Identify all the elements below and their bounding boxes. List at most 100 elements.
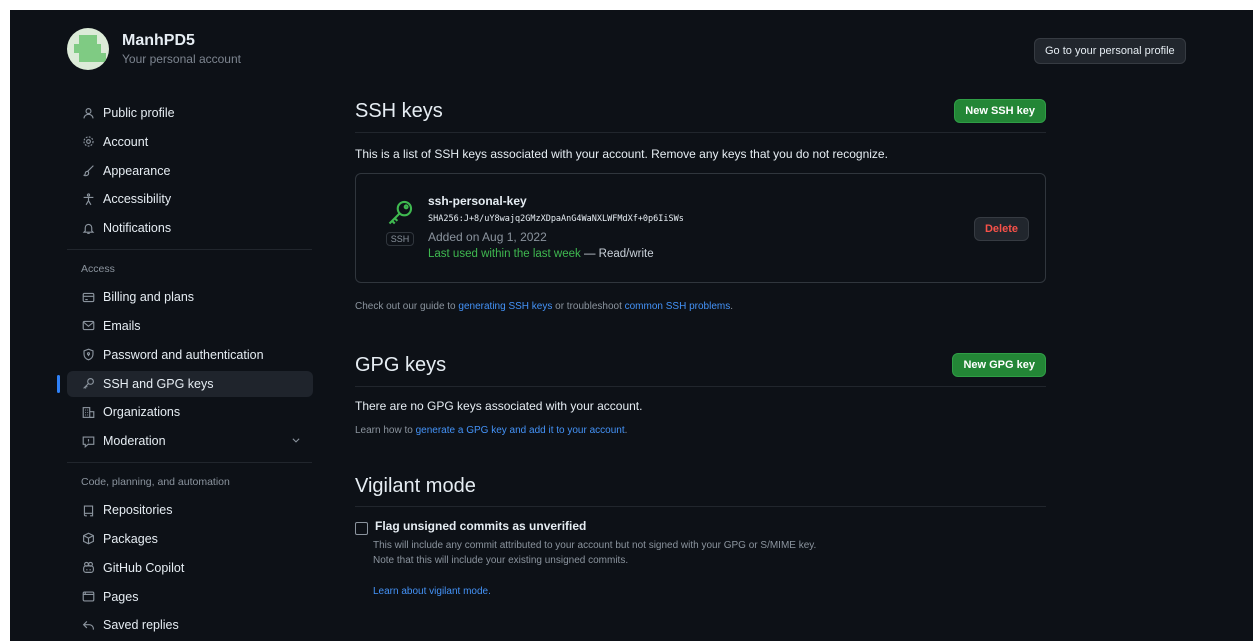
gpg-learn-prefix: Learn how to	[355, 425, 416, 436]
vigilant-note-2: Note that this will include your existin…	[373, 555, 629, 566]
copilot-icon	[81, 561, 95, 575]
browser-icon	[81, 590, 95, 604]
sidebar-item-label: Moderation	[103, 434, 166, 449]
vigilant-mode-header: Vigilant mode	[355, 472, 1046, 507]
report-icon	[81, 434, 95, 448]
vigilant-note-1: This will include any commit attributed …	[373, 540, 817, 551]
go-to-profile-button[interactable]: Go to your personal profile	[1034, 38, 1186, 64]
sidebar-item-moderation[interactable]: Moderation	[67, 428, 313, 454]
avatar[interactable]	[67, 28, 109, 70]
bell-icon	[81, 221, 95, 235]
accessibility-icon	[81, 192, 95, 206]
gpg-learn-suffix: .	[624, 425, 628, 436]
generating-ssh-keys-link[interactable]: generating SSH keys	[458, 301, 552, 312]
sidebar-item-label: Notifications	[103, 221, 172, 236]
sidebar-item-label: Pages	[103, 589, 139, 604]
sidebar-item-organizations[interactable]: Organizations	[67, 399, 313, 425]
repo-icon	[81, 503, 95, 517]
ssh-key-name: ssh-personal-key	[428, 194, 527, 208]
sidebar-item-accessibility[interactable]: Accessibility	[67, 186, 313, 212]
mail-icon	[81, 319, 95, 333]
guide-prefix: Check out our guide to	[355, 301, 459, 312]
sidebar-item-label: Saved replies	[103, 618, 179, 633]
sidebar-item-label: Billing and plans	[103, 290, 195, 305]
sidebar-item-label: Password and authentication	[103, 347, 264, 362]
new-gpg-key-button[interactable]: New GPG key	[952, 353, 1046, 377]
sidebar-item-public-profile[interactable]: Public profile	[67, 100, 313, 126]
organization-icon	[81, 405, 95, 419]
sidebar-item-copilot[interactable]: GitHub Copilot	[67, 555, 313, 581]
paintbrush-icon	[81, 164, 95, 178]
delete-ssh-key-button[interactable]: Delete	[973, 217, 1029, 241]
account-header: ManhPD5 Your personal account	[67, 28, 241, 70]
sidebar-item-label: Public profile	[103, 106, 175, 120]
sidebar-item-label: Repositories	[103, 503, 173, 518]
flag-unsigned-commits-label[interactable]: Flag unsigned commits as unverified	[375, 519, 586, 533]
flag-unsigned-commits-checkbox[interactable]	[355, 522, 368, 535]
ssh-keys-title: SSH keys	[355, 99, 443, 122]
gpg-keys-header: GPG keys New GPG key	[355, 350, 1046, 387]
person-icon	[81, 106, 95, 120]
ssh-keys-description: This is a list of SSH keys associated wi…	[355, 147, 888, 161]
sidebar-item-label: Emails	[103, 318, 141, 333]
sidebar-item-label: Appearance	[103, 163, 171, 178]
ssh-keys-header: SSH keys New SSH key	[355, 96, 1046, 133]
learn-vigilant-mode-link[interactable]: Learn about vigilant mode.	[373, 584, 1046, 599]
sidebar-item-repositories[interactable]: Repositories	[67, 497, 313, 523]
reply-icon	[81, 618, 95, 632]
ssh-key-icon-group: SSH	[385, 198, 415, 247]
guide-mid: or troubleshoot	[552, 301, 625, 312]
key-icon	[388, 200, 413, 225]
sidebar-item-password[interactable]: Password and authentication	[67, 342, 313, 368]
sidebar-item-pages[interactable]: Pages	[67, 584, 313, 610]
chevron-down-icon[interactable]	[291, 435, 301, 448]
new-ssh-key-button[interactable]: New SSH key	[954, 99, 1046, 123]
ssh-guide-text: Check out our guide to generating SSH ke…	[355, 301, 1046, 312]
sidebar-item-label: Organizations	[103, 405, 181, 420]
sidebar-item-billing[interactable]: Billing and plans	[67, 284, 313, 310]
vigilant-mode-section: Vigilant mode Flag unsigned commits as u…	[355, 472, 1046, 599]
gpg-keys-section: GPG keys New GPG key There are no GPG ke…	[355, 350, 1046, 436]
settings-page: ManhPD5 Your personal account Go to your…	[10, 10, 1253, 641]
key-icon	[81, 377, 95, 391]
package-icon	[81, 532, 95, 546]
sidebar-item-label: Packages	[103, 531, 158, 546]
sidebar-item-label: Accessibility	[103, 192, 172, 207]
sidebar-item-packages[interactable]: Packages	[67, 526, 313, 552]
sidebar-group-code: Code, planning, and automation	[81, 476, 230, 489]
sidebar-group-access: Access	[81, 263, 115, 276]
sidebar-item-account[interactable]: Account	[67, 129, 313, 155]
sidebar-item-label: SSH and GPG keys	[103, 376, 214, 391]
gpg-empty-text: There are no GPG keys associated with yo…	[355, 399, 643, 413]
sidebar-item-notifications[interactable]: Notifications	[67, 215, 313, 241]
sidebar-divider	[67, 249, 312, 251]
account-subtitle: Your personal account	[122, 52, 241, 66]
gpg-keys-title: GPG keys	[355, 353, 447, 376]
sidebar-item-emails[interactable]: Emails	[67, 313, 313, 339]
main-content: SSH keys New SSH key This is a list of S…	[355, 96, 1046, 599]
vigilant-mode-title: Vigilant mode	[355, 474, 476, 497]
guide-suffix: .	[730, 301, 733, 312]
ssh-badge: SSH	[385, 232, 415, 246]
ssh-key-info: ssh-personal-key SHA256:J+8/uY8wajq2GMzX…	[428, 194, 684, 260]
generate-gpg-key-link[interactable]: generate a GPG key and add it to your ac…	[416, 425, 625, 436]
sidebar-item-label: GitHub Copilot	[103, 560, 185, 575]
gear-icon	[81, 135, 95, 149]
sidebar-item-saved-replies[interactable]: Saved replies	[67, 612, 313, 638]
sidebar-item-appearance[interactable]: Appearance	[67, 158, 313, 184]
sidebar-item-ssh-gpg-keys[interactable]: SSH and GPG keys	[57, 370, 313, 397]
ssh-keys-section: SSH keys New SSH key This is a list of S…	[355, 96, 1046, 312]
account-name: ManhPD5	[122, 32, 195, 49]
shield-lock-icon	[81, 348, 95, 362]
ssh-key-last-used: Last used within the last week	[428, 248, 581, 260]
ssh-key-item: SSH ssh-personal-key SHA256:J+8/uY8wajq2…	[355, 173, 1046, 283]
ssh-key-usage: Last used within the last week — Read/wr…	[428, 248, 684, 260]
settings-sidebar: Public profile Account Appearance Access…	[57, 100, 313, 641]
credit-card-icon	[81, 290, 95, 304]
common-ssh-problems-link[interactable]: common SSH problems	[625, 301, 731, 312]
ssh-key-added-date: Added on Aug 1, 2022	[428, 230, 547, 244]
gpg-learn-text: Learn how to generate a GPG key and add …	[355, 425, 1046, 436]
sidebar-item-label: Account	[103, 134, 149, 149]
ssh-key-access: — Read/write	[580, 248, 654, 260]
sidebar-divider	[67, 462, 312, 464]
